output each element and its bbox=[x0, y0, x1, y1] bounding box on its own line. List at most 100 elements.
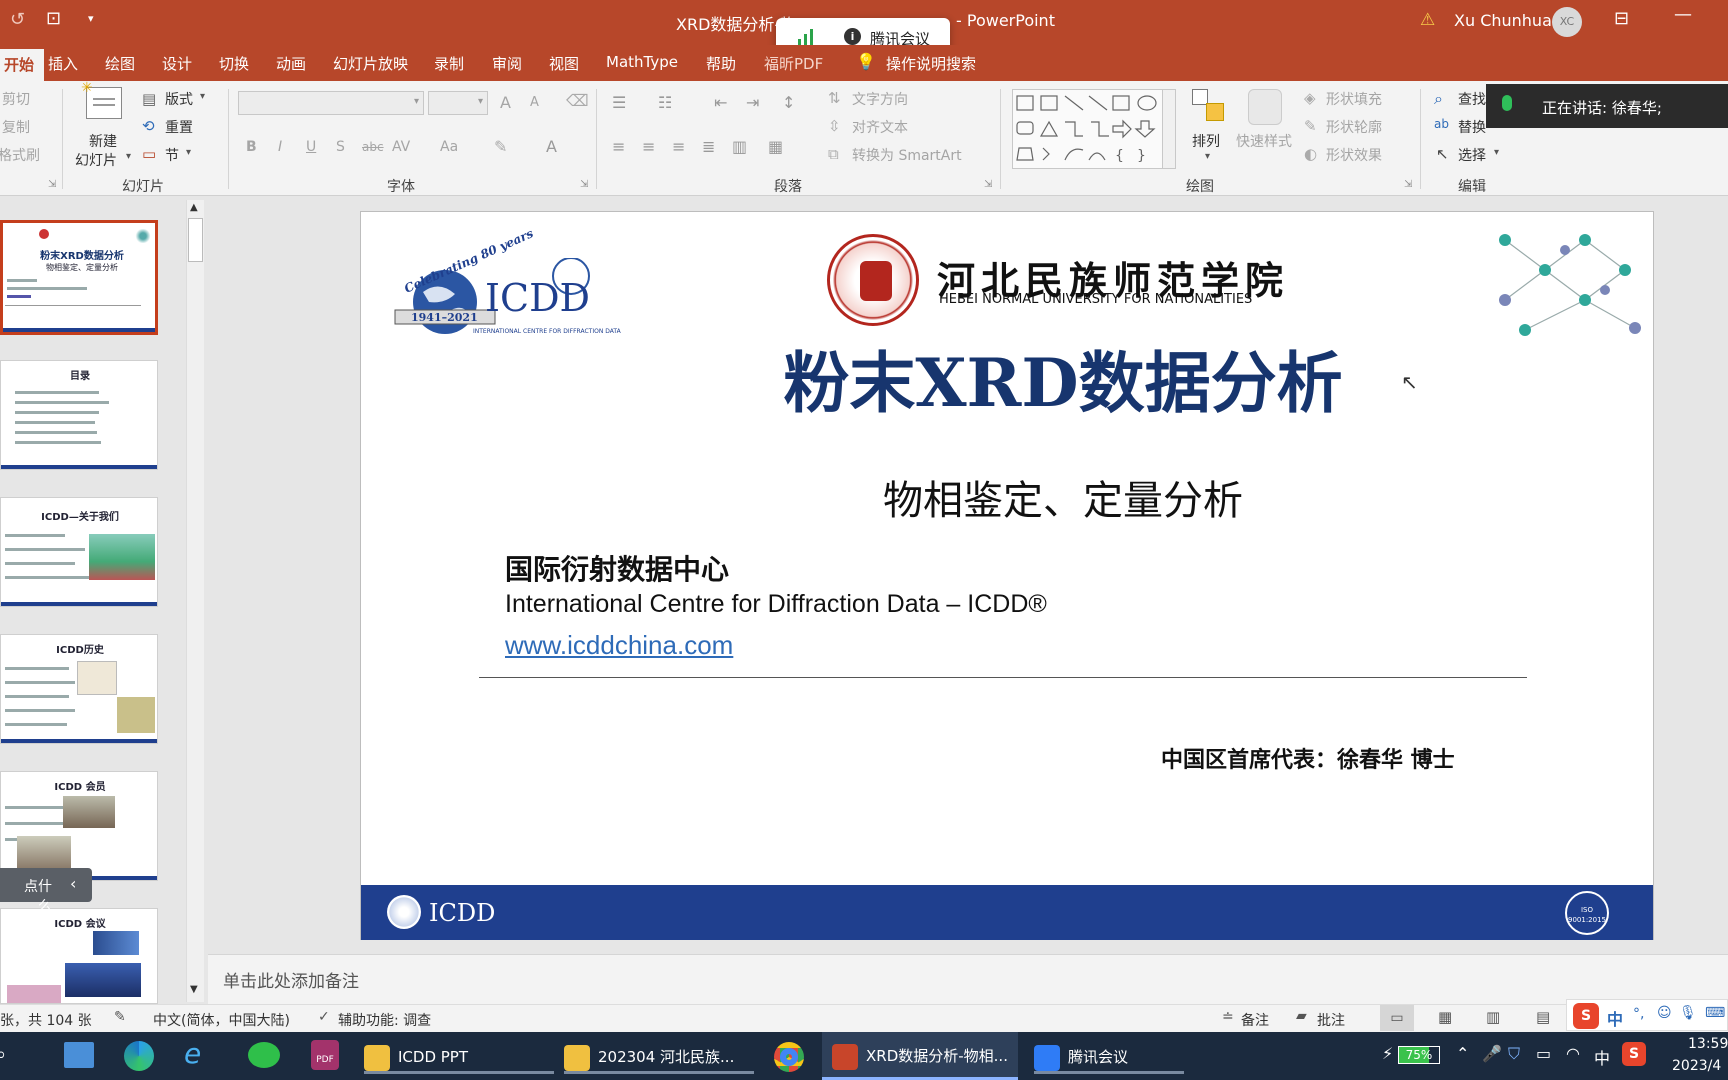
sogou-tray-icon[interactable]: S bbox=[1622, 1042, 1646, 1066]
minimize-icon[interactable]: — bbox=[1674, 4, 1692, 25]
accessibility-status[interactable]: 辅助功能: 调查 bbox=[338, 1010, 431, 1030]
slide-thumbnail[interactable]: 粉末XRD数据分析 物相鉴定、定量分析 bbox=[0, 220, 158, 335]
arrange-button[interactable]: 排列 bbox=[1192, 131, 1220, 151]
bullets-icon[interactable]: ☰ bbox=[612, 93, 626, 112]
ime-keyboard-icon[interactable]: ⌨ bbox=[1705, 1005, 1725, 1021]
taskbar-item[interactable]: ICDD PPT bbox=[364, 1040, 554, 1074]
numbering-icon[interactable]: ☷ bbox=[658, 93, 672, 112]
align-right-icon[interactable]: ≡ bbox=[672, 137, 685, 156]
tab-record[interactable]: 录制 bbox=[434, 53, 464, 74]
ime-voice-icon[interactable]: 🎙 bbox=[1679, 1005, 1697, 1021]
decrease-indent-icon[interactable]: ⇤ bbox=[714, 93, 727, 112]
tab-draw[interactable]: 绘图 bbox=[105, 53, 135, 74]
language-indicator[interactable]: 中文(简体，中国大陆) bbox=[153, 1010, 290, 1030]
shape-outline-button[interactable]: 形状轮廓 bbox=[1326, 117, 1382, 137]
shapes-gallery[interactable]: {} bbox=[1012, 89, 1174, 169]
new-slide-label[interactable]: 幻灯片 bbox=[75, 150, 117, 170]
new-slide-icon[interactable]: ✳ bbox=[81, 80, 122, 119]
tab-animations[interactable]: 动画 bbox=[276, 53, 306, 74]
taskbar-item[interactable]: 腾讯会议 bbox=[1034, 1040, 1184, 1074]
align-center-icon[interactable]: ≡ bbox=[642, 137, 655, 156]
clock-time[interactable]: 13:59 bbox=[1688, 1036, 1728, 1052]
security-icon[interactable]: ⛉ bbox=[1508, 1044, 1520, 1064]
copy-button[interactable]: 复制 bbox=[0, 117, 30, 137]
scroll-up-icon[interactable]: ▲ bbox=[190, 202, 198, 213]
reset-button[interactable]: 重置 bbox=[165, 117, 193, 137]
cut-button[interactable]: 剪切 bbox=[0, 89, 30, 109]
bold-button[interactable]: B bbox=[246, 139, 257, 155]
change-case-button[interactable]: Aa bbox=[440, 139, 458, 155]
microphone-tray-icon[interactable]: 🎤 bbox=[1482, 1044, 1502, 1063]
user-name[interactable]: Xu Chunhua bbox=[1454, 11, 1552, 30]
scroll-thumb[interactable] bbox=[188, 218, 203, 262]
collapse-pane-button[interactable]: 点什么... ‹ bbox=[0, 868, 92, 915]
font-name-box[interactable]: ▾ bbox=[238, 91, 424, 115]
text-direction-button[interactable]: 文字方向 bbox=[852, 89, 908, 109]
tab-transitions[interactable]: 切换 bbox=[219, 53, 249, 74]
normal-view-icon[interactable]: ▭ bbox=[1380, 1005, 1414, 1031]
slide-thumbnail[interactable]: ICDD历史 bbox=[0, 634, 158, 744]
align-text-button[interactable]: 对齐文本 bbox=[852, 117, 908, 137]
tab-review[interactable]: 审阅 bbox=[492, 53, 522, 74]
quick-access-dropdown-icon[interactable]: ▾ bbox=[88, 12, 94, 25]
font-size-box[interactable]: ▾ bbox=[428, 91, 488, 115]
taskbar-item[interactable]: 202304 河北民族... bbox=[564, 1040, 754, 1074]
edge-icon[interactable] bbox=[124, 1041, 154, 1071]
section-dropdown-icon[interactable]: ▾ bbox=[186, 147, 191, 158]
layout-dropdown-icon[interactable]: ▾ bbox=[200, 91, 205, 102]
ie-icon[interactable]: e bbox=[184, 1037, 201, 1070]
slideshow-icon[interactable]: ▤ bbox=[1536, 1008, 1550, 1026]
justify-icon[interactable]: ≣ bbox=[702, 137, 715, 156]
gallery-scroll[interactable] bbox=[1162, 89, 1176, 169]
search-icon[interactable]: ⌕ bbox=[0, 1044, 6, 1065]
notes-pane[interactable]: 单击此处添加备注 bbox=[208, 954, 1728, 1004]
find-button[interactable]: 查找 bbox=[1458, 89, 1486, 109]
slide-sorter-icon[interactable]: ▦ bbox=[1438, 1008, 1452, 1026]
reading-view-icon[interactable]: ▥ bbox=[1486, 1008, 1500, 1026]
chrome-icon[interactable] bbox=[774, 1042, 804, 1072]
ime-punct-icon[interactable]: °, bbox=[1633, 1006, 1644, 1022]
ribbon-display-icon[interactable]: ⊟ bbox=[1614, 8, 1629, 29]
website-link[interactable]: www.icddchina.com bbox=[505, 630, 733, 661]
paragraph-launcher-icon[interactable]: ⇲ bbox=[984, 179, 992, 190]
scroll-down-icon[interactable]: ▼ bbox=[190, 984, 198, 995]
avatar[interactable]: XC bbox=[1552, 7, 1582, 37]
line-spacing-icon[interactable]: ↕ bbox=[782, 93, 795, 112]
ime-emoji-icon[interactable]: ☺ bbox=[1657, 1005, 1672, 1021]
replace-button[interactable]: 替换 bbox=[1458, 117, 1486, 137]
slide-canvas[interactable]: Celebrating 80 years 1941–2021 ICDD INTE… bbox=[360, 211, 1654, 940]
tab-foxit-pdf[interactable]: 福昕PDF bbox=[764, 53, 823, 74]
dropdown-icon[interactable]: ▾ bbox=[126, 151, 131, 162]
org-name-en[interactable]: International Centre for Diffraction Dat… bbox=[505, 590, 1047, 619]
clear-format-icon[interactable]: ⌫ bbox=[566, 91, 589, 110]
tab-insert[interactable]: 插入 bbox=[48, 53, 78, 74]
presenter-name[interactable]: 中国区首席代表：徐春华 博士 bbox=[1161, 742, 1455, 774]
slide-thumbnail[interactable]: 目录 bbox=[0, 360, 158, 470]
computer-icon[interactable] bbox=[64, 1042, 94, 1068]
grow-font-button[interactable]: A bbox=[500, 93, 511, 112]
new-slide-button[interactable]: 新建 bbox=[89, 131, 117, 151]
font-color-icon[interactable]: A bbox=[546, 137, 557, 156]
tab-view[interactable]: 视图 bbox=[549, 53, 579, 74]
distributed-icon[interactable]: ▥ bbox=[732, 137, 747, 156]
tab-design[interactable]: 设计 bbox=[162, 53, 192, 74]
comments-button[interactable]: 批注 bbox=[1317, 1010, 1345, 1030]
clock-date[interactable]: 2023/4 bbox=[1672, 1058, 1721, 1074]
italic-button[interactable]: I bbox=[278, 139, 282, 155]
ime-toolbar[interactable]: S 中 °, ☺ 🎙 ⌨ bbox=[1566, 999, 1728, 1031]
shrink-font-button[interactable]: A bbox=[530, 95, 539, 110]
notes-button[interactable]: 备注 bbox=[1241, 1010, 1269, 1030]
slide-thumbnail[interactable]: ICDD 会员 bbox=[0, 771, 158, 881]
increase-indent-icon[interactable]: ⇥ bbox=[746, 93, 759, 112]
char-spacing-button[interactable]: AV bbox=[392, 139, 410, 155]
undo-icon[interactable]: ↺ bbox=[10, 9, 25, 30]
quick-styles-button[interactable]: 快速样式 bbox=[1236, 131, 1292, 151]
thumbnail-scrollbar[interactable]: ▲ ▼ bbox=[186, 200, 204, 1002]
smartart-button[interactable]: 转换为 SmartArt bbox=[852, 145, 962, 165]
strikethrough-button[interactable]: abc bbox=[362, 140, 384, 154]
underline-button[interactable]: U bbox=[306, 139, 316, 155]
tab-slideshow[interactable]: 幻灯片放映 bbox=[333, 53, 408, 74]
select-button[interactable]: 选择 bbox=[1458, 145, 1486, 165]
taskbar-item-active[interactable]: XRD数据分析-物相... bbox=[822, 1032, 1018, 1080]
section-button[interactable]: 节 bbox=[165, 145, 179, 165]
